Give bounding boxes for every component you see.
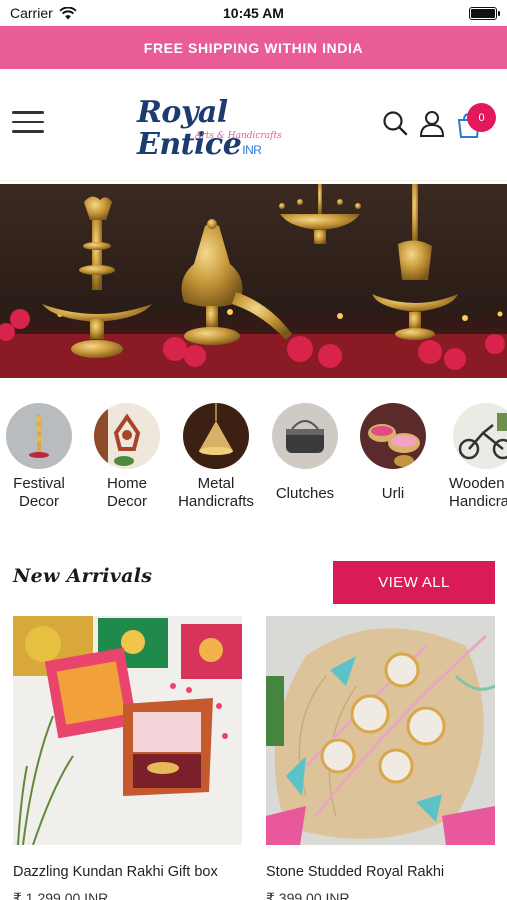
carrier-label: Carrier xyxy=(10,5,53,21)
site-header: Royal EnticeINR Arts & Handicrafts 0 xyxy=(0,69,507,181)
product-name[interactable]: Dazzling Kundan Rakhi Gift box xyxy=(13,864,242,880)
category-wooden-handicrafts-image xyxy=(453,403,507,469)
promo-text: FREE SHIPPING WITHIN INDIA xyxy=(143,39,364,56)
product-card[interactable]: Stone Studded Royal Rakhi ₹ 399.00 INR xyxy=(266,616,495,900)
cart-count-badge[interactable]: 0 xyxy=(467,103,496,132)
category-label: Clutches xyxy=(275,485,335,502)
product-price: ₹ 1,299.00 INR xyxy=(13,890,109,900)
category-home-decor-image xyxy=(94,403,160,469)
category-clutches[interactable]: Clutches xyxy=(260,403,350,503)
category-home-decor[interactable]: Home Decor xyxy=(82,403,172,511)
category-urli[interactable]: Urli xyxy=(348,403,438,503)
category-metal-handicrafts[interactable]: Metal Handicrafts xyxy=(171,403,261,511)
category-label: Metal Handicrafts xyxy=(178,475,254,510)
category-label: Wooden Handicrafts xyxy=(449,475,507,510)
category-wooden-handicrafts[interactable]: Wooden Handicrafts xyxy=(438,403,507,511)
product-image xyxy=(13,616,242,845)
view-all-button[interactable]: VIEW ALL xyxy=(333,561,495,604)
status-left: Carrier xyxy=(10,5,77,21)
menu-line xyxy=(12,120,44,123)
logo-wordmark: Royal Entice xyxy=(137,95,242,162)
category-festival-decor-image xyxy=(6,403,72,469)
site-logo[interactable]: Royal EnticeINR Arts & Handicrafts xyxy=(137,97,357,161)
category-label: Festival Decor xyxy=(13,475,65,510)
category-metal-handicrafts-image xyxy=(183,403,249,469)
menu-line xyxy=(12,130,44,133)
account-icon[interactable] xyxy=(418,109,446,137)
category-carousel[interactable]: Festival Decor Home Decor Metal Handicra… xyxy=(0,398,507,518)
category-urli-image xyxy=(360,403,426,469)
category-festival-decor[interactable]: Festival Decor xyxy=(0,403,84,511)
battery-icon xyxy=(469,6,500,20)
product-card[interactable]: Dazzling Kundan Rakhi Gift box ₹ 1,299.0… xyxy=(13,616,242,900)
category-label: Home Decor xyxy=(106,475,147,510)
category-label: Urli xyxy=(381,485,405,502)
status-bar: Carrier 10:45 AM xyxy=(0,0,507,26)
wifi-icon xyxy=(59,6,77,19)
search-icon[interactable] xyxy=(381,109,409,137)
hamburger-menu-button[interactable] xyxy=(12,111,44,137)
currency-label[interactable]: INR xyxy=(242,143,262,157)
category-clutches-image xyxy=(272,403,338,469)
hero-banner[interactable] xyxy=(0,184,507,378)
product-price: ₹ 399.00 INR xyxy=(266,890,350,900)
section-title-new-arrivals: New Arrivals xyxy=(13,565,153,587)
promo-banner: FREE SHIPPING WITHIN INDIA xyxy=(0,26,507,69)
product-image xyxy=(266,616,495,845)
menu-line xyxy=(12,111,44,114)
product-name[interactable]: Stone Studded Royal Rakhi xyxy=(266,864,495,880)
logo-tagline: Arts & Handicrafts xyxy=(195,131,282,141)
